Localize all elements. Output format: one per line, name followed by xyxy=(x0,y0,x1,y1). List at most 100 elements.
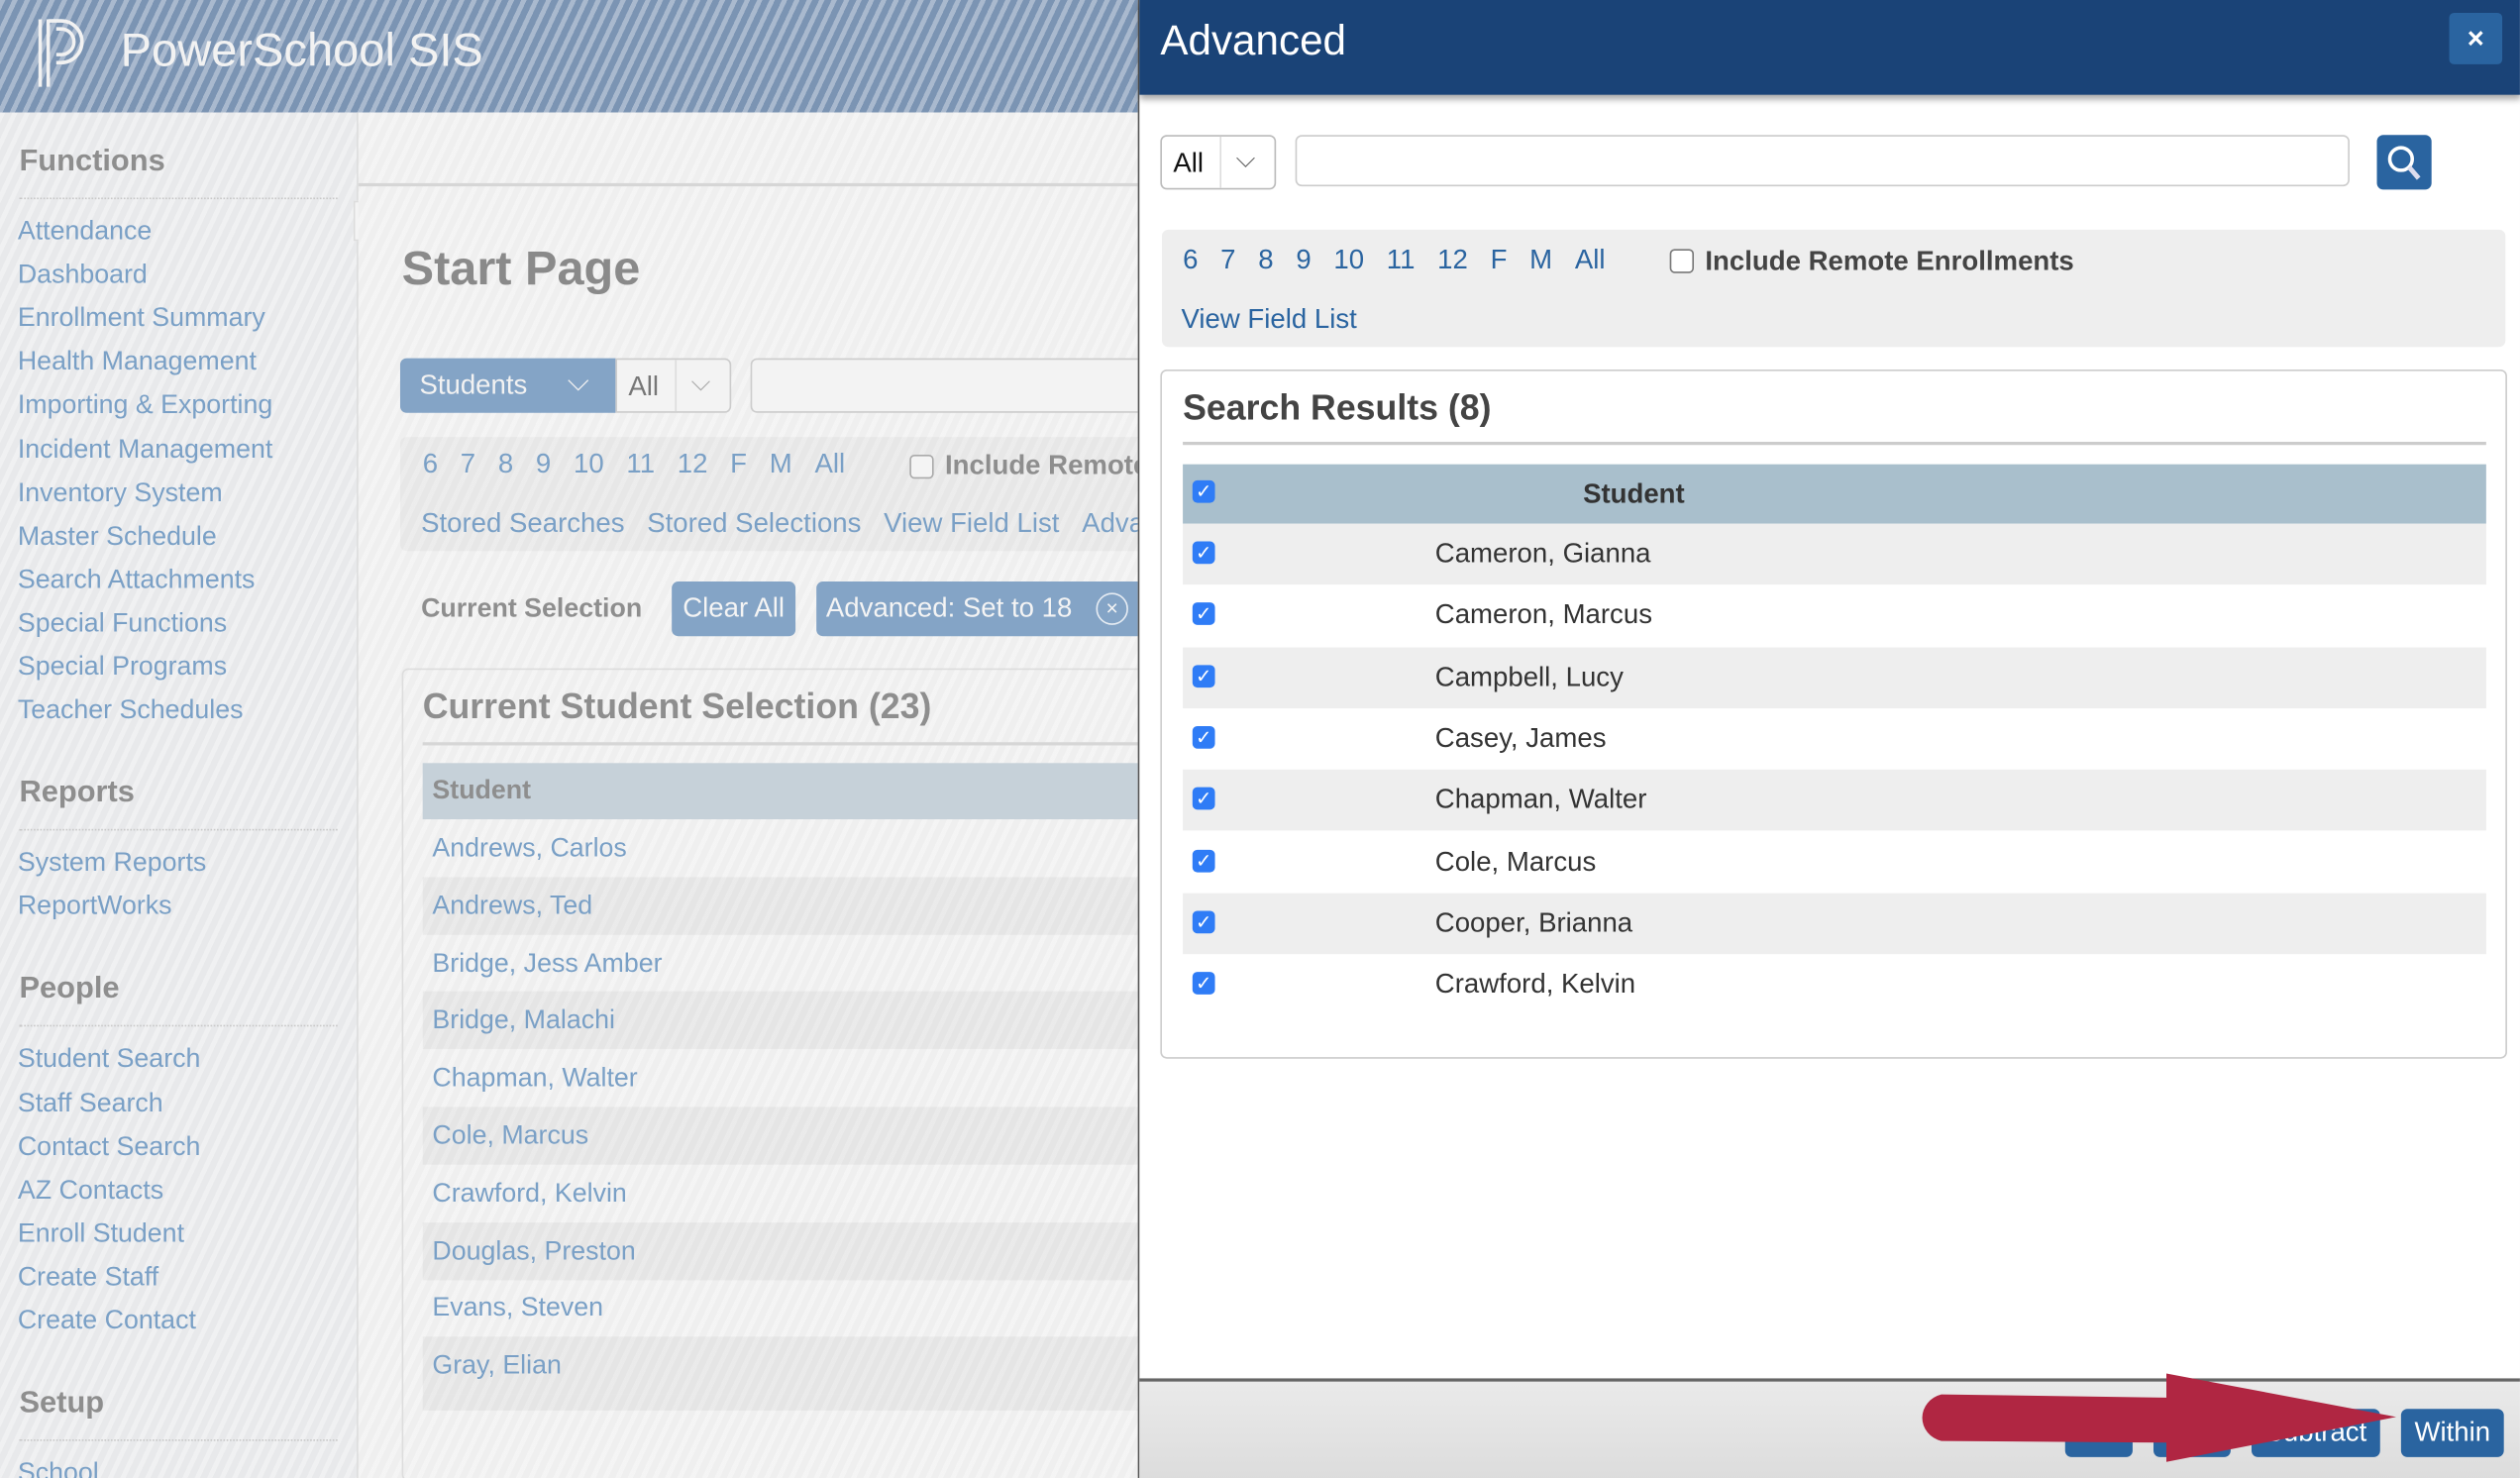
grade-filter-link[interactable]: M xyxy=(770,448,792,478)
grade-filter-link[interactable]: 12 xyxy=(678,448,708,478)
sidebar-item[interactable]: Importing & Exporting xyxy=(18,391,272,422)
grade-filter-link[interactable]: 9 xyxy=(536,448,551,478)
sidebar-item[interactable]: System Reports xyxy=(18,849,206,880)
sidebar-section-heading: Reports xyxy=(19,776,135,810)
sidebar-item[interactable]: Contact Search xyxy=(18,1132,201,1163)
row-checkbox[interactable]: ✓ xyxy=(1192,541,1215,565)
grade-filter-link[interactable]: F xyxy=(1491,244,1508,274)
search-input[interactable] xyxy=(1295,135,2350,187)
grade-filter-link[interactable]: 8 xyxy=(1258,244,1273,274)
row-checkbox[interactable]: ✓ xyxy=(1192,849,1215,872)
divider xyxy=(358,182,1138,187)
sidebar-item[interactable]: Teacher Schedules xyxy=(18,695,244,726)
sidebar-item[interactable]: Create Contact xyxy=(18,1306,196,1336)
sidebar-item[interactable]: Enrollment Summary xyxy=(18,304,265,335)
table-row[interactable]: Andrews, Ted xyxy=(422,877,1138,935)
sidebar-item[interactable]: Search Attachments xyxy=(18,566,256,596)
divider xyxy=(1183,441,2486,446)
sidebar-item[interactable]: Enroll Student xyxy=(18,1219,184,1250)
scope-dropdown[interactable]: All ⌵ xyxy=(1160,135,1277,190)
sidebar-item[interactable]: Inventory System xyxy=(18,478,223,509)
grade-filter-link[interactable]: 8 xyxy=(498,448,513,478)
result-row: ✓ Cole, Marcus xyxy=(1183,831,2486,893)
row-checkbox[interactable]: ✓ xyxy=(1192,725,1215,749)
table-row[interactable]: Chapman, Walter xyxy=(423,1049,1138,1107)
clear-all-button[interactable]: Clear All xyxy=(672,581,796,637)
select-all-checkbox[interactable]: ✓ xyxy=(1192,479,1215,503)
table-row[interactable]: Crawford, Kelvin xyxy=(423,1164,1138,1221)
divider xyxy=(19,197,338,200)
grade-filter-link[interactable]: 6 xyxy=(1183,244,1198,274)
table-row[interactable]: Gray, Elian xyxy=(422,1336,1138,1395)
include-remote-checkbox[interactable] xyxy=(1669,249,1695,273)
student-name[interactable]: Cameron, Marcus xyxy=(1435,585,1652,647)
grade-filter-link[interactable]: 7 xyxy=(1220,244,1235,274)
scope-dropdown[interactable]: All ⌵ xyxy=(615,358,732,413)
student-name[interactable]: Campbell, Lucy xyxy=(1435,647,1624,708)
grade-filter-link[interactable]: 10 xyxy=(1333,244,1364,274)
table-row[interactable]: Bridge, Jess Amber xyxy=(423,934,1138,992)
search-button[interactable] xyxy=(2376,135,2432,190)
search-type-dropdown[interactable]: Students ⌵ xyxy=(399,358,616,413)
powerschool-logo xyxy=(38,19,84,87)
grade-filter-link[interactable]: All xyxy=(1575,244,1606,274)
sidebar-item[interactable]: Special Functions xyxy=(18,608,227,639)
result-row: ✓ Cooper, Brianna xyxy=(1183,893,2486,954)
search-input[interactable] xyxy=(750,358,1172,413)
grade-filter-link[interactable]: F xyxy=(730,448,747,478)
student-name[interactable]: Casey, James xyxy=(1435,708,1607,770)
search-icon xyxy=(2387,146,2421,180)
nav-link[interactable]: Stored Selections xyxy=(647,507,861,538)
sidebar-item[interactable]: AZ Contacts xyxy=(18,1176,163,1207)
column-header-student: Student xyxy=(1583,478,1685,510)
grade-filter-link[interactable]: 6 xyxy=(423,448,438,478)
table-row[interactable]: Bridge, Malachi xyxy=(422,992,1138,1050)
nav-link[interactable]: View Field List xyxy=(884,507,1059,538)
grade-filter-link[interactable]: 11 xyxy=(626,448,655,478)
student-name[interactable]: Cooper, Brianna xyxy=(1435,893,1632,954)
grade-filter-link[interactable]: All xyxy=(814,448,845,478)
sidebar-item[interactable]: Master Schedule xyxy=(18,522,217,553)
row-checkbox[interactable]: ✓ xyxy=(1192,602,1215,626)
sidebar-item[interactable]: Incident Management xyxy=(18,435,272,466)
table-row[interactable]: Cole, Marcus xyxy=(422,1107,1138,1165)
sidebar-item[interactable]: Health Management xyxy=(18,348,257,378)
remove-chip-icon[interactable]: × xyxy=(1096,592,1128,625)
student-name[interactable]: Cameron, Gianna xyxy=(1435,524,1651,585)
include-remote-checkbox[interactable] xyxy=(909,454,934,479)
grade-filter-link[interactable]: 9 xyxy=(1296,244,1311,274)
grade-filter-link[interactable]: 7 xyxy=(461,448,475,478)
sidebar-item[interactable]: Student Search xyxy=(18,1045,201,1076)
row-checkbox[interactable]: ✓ xyxy=(1192,972,1215,995)
student-name[interactable]: Crawford, Kelvin xyxy=(1435,954,1635,1015)
column-header-student: Student xyxy=(432,776,532,805)
nav-link[interactable]: Stored Searches xyxy=(421,507,624,538)
row-checkbox[interactable]: ✓ xyxy=(1192,787,1215,810)
grade-filter-link[interactable]: 12 xyxy=(1437,244,1468,274)
table-row[interactable]: Douglas, Preston xyxy=(422,1221,1138,1280)
result-row: ✓ Casey, James xyxy=(1183,707,2486,770)
student-name[interactable]: Chapman, Walter xyxy=(1435,770,1647,831)
sidebar-item[interactable]: Dashboard xyxy=(18,261,148,291)
table-row[interactable]: Evans, Steven xyxy=(423,1280,1138,1337)
sidebar-item[interactable]: School xyxy=(18,1459,99,1478)
grade-filter-link[interactable]: 10 xyxy=(574,448,604,478)
sidebar-item[interactable]: Special Programs xyxy=(18,652,227,683)
row-checkbox[interactable]: ✓ xyxy=(1192,664,1215,687)
grade-filter-link[interactable]: M xyxy=(1529,244,1552,274)
sidebar-item[interactable]: Create Staff xyxy=(18,1262,158,1293)
view-field-list-link[interactable]: View Field List xyxy=(1181,304,1356,336)
table-row[interactable]: Andrews, Carlos xyxy=(423,819,1138,877)
sidebar-item[interactable]: ReportWorks xyxy=(18,893,172,923)
search-results-panel: Search Results (8) ✓ Student ✓ Cameron, G… xyxy=(1160,369,2507,1059)
sidebar-item[interactable]: Staff Search xyxy=(18,1089,163,1119)
student-name[interactable]: Cole, Marcus xyxy=(1435,831,1596,893)
result-row: ✓ Campbell, Lucy xyxy=(1183,646,2486,708)
app-title: PowerSchool SIS xyxy=(120,25,483,77)
sidebar-item[interactable]: Attendance xyxy=(18,217,152,248)
annotation-arrow xyxy=(1922,1373,2396,1462)
table-header: Student xyxy=(422,763,1138,820)
close-button[interactable]: × xyxy=(2449,12,2503,64)
row-checkbox[interactable]: ✓ xyxy=(1192,910,1215,933)
grade-filter-link[interactable]: 11 xyxy=(1387,244,1416,274)
